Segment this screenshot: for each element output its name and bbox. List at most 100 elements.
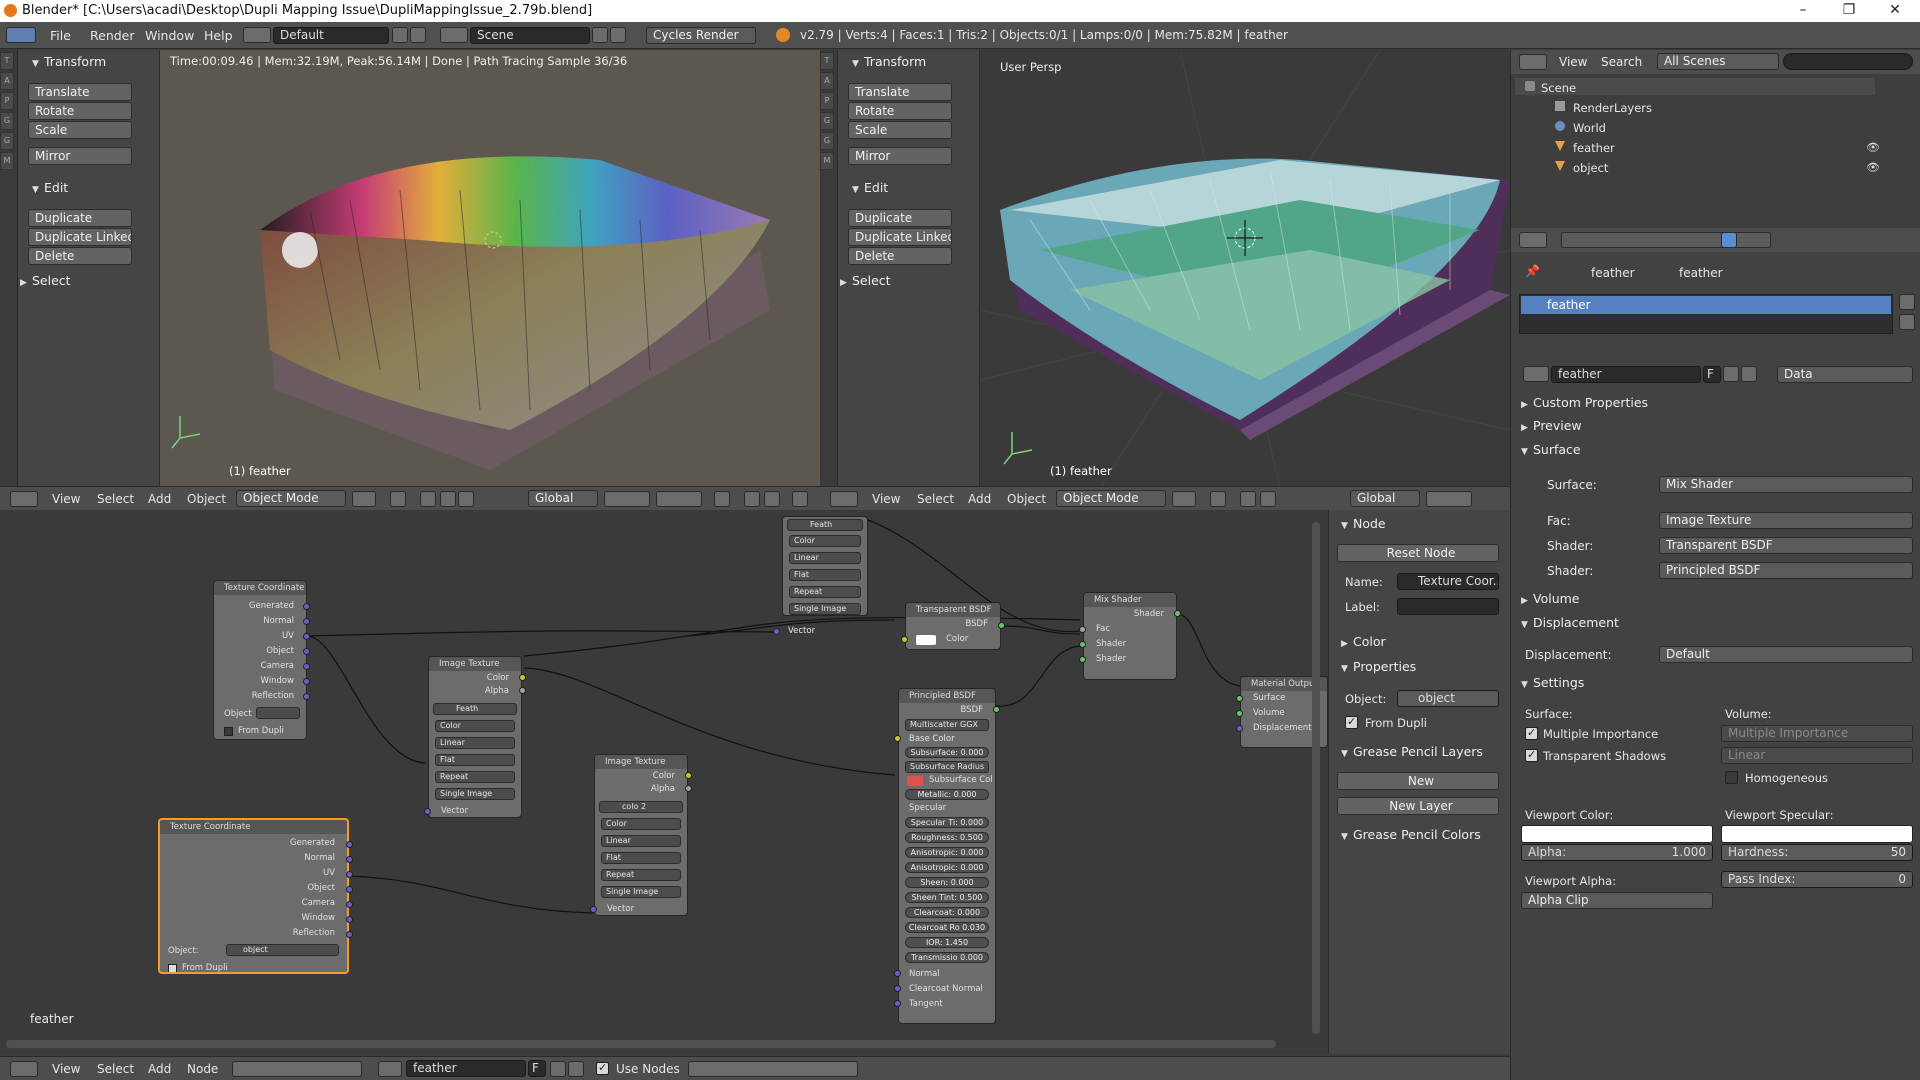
from-dupli-checkbox[interactable] (224, 727, 233, 736)
extension-select[interactable]: Repeat (789, 586, 861, 598)
delete-button[interactable]: Delete (848, 247, 952, 265)
edit-panel-header[interactable]: ▼ Edit (32, 180, 68, 195)
translate-manipulator-icon[interactable] (1260, 491, 1276, 507)
socket[interactable] (1236, 695, 1243, 702)
socket[interactable] (901, 636, 908, 643)
socket[interactable] (303, 603, 310, 610)
menu-view[interactable]: View (52, 1062, 80, 1076)
duplicate-linked-button[interactable]: Duplicate Linked (848, 228, 952, 246)
node-texture-coordinate-2[interactable]: Texture Coordinate Generated Normal UV O… (158, 818, 349, 974)
translate-button[interactable]: Translate (848, 83, 952, 101)
socket[interactable] (346, 886, 353, 893)
orientation-select[interactable]: Global (1350, 490, 1420, 507)
socket[interactable] (424, 808, 431, 815)
menu-select[interactable]: Select (97, 1062, 134, 1076)
render-preview-icon[interactable] (792, 491, 808, 507)
editor-type-icon[interactable] (10, 491, 38, 507)
clearcoat-field[interactable]: Clearcoat: 0.000 (905, 907, 989, 918)
horizontal-scrollbar[interactable] (6, 1040, 1276, 1048)
sheen-field[interactable]: Sheen: 0.000 (905, 877, 989, 888)
transmission-field[interactable]: Transmissio 0.000 (905, 952, 989, 963)
fake-user-button[interactable]: F (528, 1060, 546, 1077)
manipulator-icon[interactable] (1240, 491, 1256, 507)
duplicate-button[interactable]: Duplicate (28, 209, 132, 227)
distribution-select[interactable]: Multiscatter GGX (905, 719, 989, 731)
object-field[interactable]: object (226, 944, 339, 956)
subsurface-radius-select[interactable]: Subsurface Radius (905, 761, 989, 773)
unlink-material-icon[interactable] (568, 1061, 584, 1077)
menu-view[interactable]: View (872, 492, 900, 506)
socket[interactable] (1236, 725, 1243, 732)
socket[interactable] (685, 772, 692, 779)
socket[interactable] (519, 674, 526, 681)
node-tree-type-icons[interactable] (232, 1061, 362, 1077)
blend-mode-select[interactable]: Alpha Clip (1521, 892, 1713, 909)
custom-properties-panel[interactable]: ▶ Custom Properties (1521, 395, 1648, 410)
fac-input-select[interactable]: Image Texture (1659, 512, 1913, 529)
viewport-color-swatch[interactable] (1521, 825, 1713, 843)
translate-manipulator-icon[interactable] (440, 491, 456, 507)
color-space-select[interactable]: Color (789, 535, 861, 547)
alpha-field[interactable]: Alpha: 1.000 (1521, 844, 1713, 861)
pivot-icon[interactable] (1210, 491, 1226, 507)
tab-relations[interactable]: P (820, 92, 834, 110)
from-dupli-checkbox[interactable] (1345, 715, 1358, 729)
source-select[interactable]: Single Image (435, 788, 515, 800)
remove-slot-icon[interactable] (1899, 314, 1915, 330)
duplicate-button[interactable]: Duplicate (848, 209, 952, 227)
shader1-input-select[interactable]: Transparent BSDF (1659, 537, 1913, 554)
scene-icon[interactable] (440, 27, 468, 43)
tab-animation[interactable]: G (0, 112, 14, 130)
layers-icon[interactable] (604, 491, 650, 507)
layout-field[interactable]: Default (273, 27, 389, 44)
properties-panel-header[interactable]: ▼ Properties (1341, 659, 1416, 674)
menu-file[interactable]: File (50, 28, 71, 43)
specular-tint-field[interactable]: Specular Ti: 0.000 (905, 817, 989, 828)
node-editor[interactable]: feather Texture Coordinate Generated Nor… (0, 510, 1328, 1054)
pass-index-field[interactable]: Pass Index: 0 (1721, 871, 1913, 888)
menu-select[interactable]: Select (917, 492, 954, 506)
viewport-specular-swatch[interactable] (1721, 825, 1913, 843)
socket[interactable] (346, 871, 353, 878)
projection-select[interactable]: Flat (789, 569, 861, 581)
object-field[interactable]: object (1397, 690, 1499, 707)
node-label-field[interactable] (1397, 598, 1499, 615)
scene-field[interactable]: Scene (470, 27, 590, 44)
socket[interactable] (519, 687, 526, 694)
add-scene-icon[interactable] (592, 27, 608, 43)
transform-panel-header[interactable]: ▼ Transform (32, 54, 106, 69)
node-image-texture-2[interactable]: Image Texture Color Alpha colo 2 Color L… (594, 754, 688, 916)
color-swatch[interactable] (916, 635, 936, 645)
use-nodes-checkbox[interactable] (596, 1061, 609, 1075)
render-engine-select[interactable]: Cycles Render (646, 27, 756, 44)
node-tools-icons[interactable] (688, 1061, 858, 1077)
socket[interactable] (1079, 641, 1086, 648)
menu-view[interactable]: View (52, 492, 80, 506)
gp-new-button[interactable]: New (1337, 772, 1499, 790)
menu-add[interactable]: Add (148, 492, 171, 506)
scale-button[interactable]: Scale (28, 121, 132, 139)
transparent-shadows-checkbox[interactable] (1525, 748, 1538, 762)
subsurface-color-swatch[interactable] (907, 776, 923, 786)
translate-button[interactable]: Translate (28, 83, 132, 101)
add-layout-icon[interactable] (392, 27, 408, 43)
outliner-search-input[interactable] (1783, 53, 1913, 70)
settings-panel[interactable]: ▼ Settings (1521, 675, 1584, 690)
socket[interactable] (303, 678, 310, 685)
socket[interactable] (894, 970, 901, 977)
socket[interactable] (1236, 710, 1243, 717)
menu-node[interactable]: Node (187, 1062, 218, 1076)
remove-layout-icon[interactable] (410, 27, 426, 43)
viewport-rendered[interactable]: Time:00:09.46 | Mem:32.19M, Peak:56.14M … (160, 50, 820, 488)
socket[interactable] (346, 856, 353, 863)
tab-tools[interactable]: T (820, 52, 834, 70)
manipulator-icon[interactable] (420, 491, 436, 507)
orientation-select[interactable]: Global (528, 490, 598, 507)
transform-panel-header[interactable]: ▼ Transform (852, 54, 926, 69)
editor-type-icon[interactable] (1519, 54, 1547, 70)
outliner-item-scene[interactable]: Scene (1541, 81, 1576, 95)
minimize-button[interactable]: – (1780, 0, 1826, 22)
shading-icon[interactable] (352, 491, 376, 507)
socket[interactable] (894, 985, 901, 992)
material-name-field[interactable]: feather (1551, 366, 1701, 383)
